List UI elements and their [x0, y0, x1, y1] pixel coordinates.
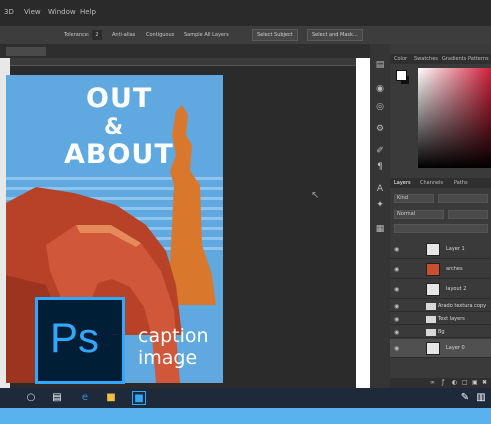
layer-group-row[interactable]: ◉ Arado textura copy	[390, 300, 491, 312]
menu-bar: 3D View Window Help	[0, 0, 491, 26]
photoshop-window: 3D View Window Help Tolerance: 2 Anti-al…	[0, 0, 491, 424]
document-tab-strip	[0, 44, 370, 58]
windows-taskbar: ○ ▤ e ■ ■ ✎ ▥	[0, 388, 491, 408]
info-icon[interactable]: ◎	[375, 102, 385, 112]
bottom-color-band	[0, 408, 491, 424]
pen-tray-icon[interactable]: ✎	[458, 391, 472, 405]
folder-icon	[426, 303, 436, 310]
tab-channels[interactable]: Channels	[420, 180, 443, 186]
tab-patterns[interactable]: Patterns	[468, 56, 489, 62]
photoshop-logo: Ps	[35, 297, 125, 384]
color-panel-tabs: Color Swatches Gradients Patterns	[390, 54, 491, 64]
glyphs-icon[interactable]: ✦	[375, 200, 385, 210]
lock-fill-row[interactable]	[394, 224, 488, 233]
photoshop-taskbar-icon[interactable]: ■	[132, 391, 146, 405]
contiguous-checkbox[interactable]: Contiguous	[146, 30, 174, 40]
tab-layers[interactable]: Layers	[394, 180, 411, 186]
layer-filter-kind[interactable]: Kind	[394, 194, 434, 203]
document-tab[interactable]	[6, 47, 46, 56]
poster-title-about: ABOUT	[64, 139, 174, 170]
blend-mode-select[interactable]: Normal	[394, 210, 444, 219]
visibility-eye-icon[interactable]: ◉	[394, 345, 399, 352]
layer-row[interactable]: ◉ Layer 1	[390, 240, 491, 259]
character-icon[interactable]: A	[375, 184, 385, 194]
adjust-icon[interactable]: ◉	[375, 84, 385, 94]
visibility-eye-icon[interactable]: ◉	[394, 246, 399, 253]
settings-icon[interactable]: ⚙	[375, 124, 385, 134]
right-dock: Color Swatches Gradients Patterns Layers…	[390, 44, 491, 388]
tab-paths[interactable]: Paths	[454, 180, 468, 186]
task-view-icon[interactable]: ▤	[50, 391, 64, 405]
fx-icon[interactable]: ƒ	[442, 379, 444, 386]
paragraph-icon[interactable]: ¶	[375, 162, 385, 172]
poster-title-out: OUT	[86, 83, 153, 114]
visibility-eye-icon[interactable]: ◉	[394, 303, 399, 310]
photoshop-logo-text: Ps	[50, 314, 100, 361]
layers-panel-footer: ∞ ƒ ◐ □ ▣ ✖	[390, 378, 491, 388]
color-picker-field[interactable]	[418, 68, 491, 168]
link-layers-icon[interactable]: ∞	[430, 379, 435, 386]
menu-item-help[interactable]: Help	[80, 8, 96, 16]
panel-tool-strip: ▤ ◉ ◎ ⚙ ✐ ¶ A ✦ ▦	[370, 44, 390, 388]
menu-item-3d[interactable]: 3D	[4, 8, 14, 16]
layer-group-name: Text layers	[438, 316, 465, 322]
tab-swatches[interactable]: Swatches	[414, 56, 438, 62]
poster-caption-line1: caption	[138, 325, 209, 347]
select-and-mask-button[interactable]: Select and Mask...	[307, 29, 363, 41]
layer-row[interactable]: ◉ layout 2	[390, 280, 491, 299]
layer-name: layout 2	[446, 286, 467, 292]
layer-name: arches	[446, 266, 463, 272]
layer-comps-icon[interactable]: ▦	[375, 224, 385, 234]
delete-layer-icon[interactable]: ✖	[482, 379, 487, 386]
visibility-eye-icon[interactable]: ◉	[394, 266, 399, 273]
layer-group-name: Arado textura copy	[438, 303, 487, 309]
new-layer-icon[interactable]: ▣	[472, 379, 478, 386]
layer-name: Layer 0	[446, 345, 465, 351]
opacity-field[interactable]	[448, 210, 488, 219]
visibility-eye-icon[interactable]: ◉	[394, 316, 399, 323]
layer-thumbnail	[426, 342, 440, 355]
layer-thumbnail	[426, 283, 440, 296]
sample-all-layers-checkbox[interactable]: Sample All Layers	[184, 30, 229, 40]
layer-row-selected[interactable]: ◉ Layer 0	[390, 339, 491, 358]
menu-item-window[interactable]: Window	[48, 8, 76, 16]
history-icon[interactable]: ▤	[375, 60, 385, 70]
layer-group-row[interactable]: ◉ Bg	[390, 326, 491, 338]
layer-thumbnail	[426, 243, 440, 256]
poster-caption-line2: image	[138, 347, 198, 369]
layer-group-row[interactable]: ◉ Text layers	[390, 313, 491, 325]
search-icon[interactable]: ○	[24, 391, 38, 405]
new-group-icon[interactable]: □	[462, 379, 468, 386]
layer-thumbnail	[426, 263, 440, 276]
layer-group-name: Bg	[438, 329, 445, 335]
visibility-eye-icon[interactable]: ◉	[394, 286, 399, 293]
visibility-eye-icon[interactable]: ◉	[394, 329, 399, 336]
foreground-color-swatch[interactable]	[396, 70, 407, 81]
layer-row[interactable]: ◉ arches	[390, 260, 491, 279]
menu-item-view[interactable]: View	[24, 8, 41, 16]
poster-title-amp: &	[104, 115, 124, 140]
brush-icon[interactable]: ✐	[375, 146, 385, 156]
file-explorer-icon[interactable]: ■	[104, 391, 118, 405]
select-subject-button[interactable]: Select Subject	[252, 29, 298, 41]
folder-icon	[426, 329, 436, 336]
tab-gradients[interactable]: Gradients	[442, 56, 466, 62]
tolerance-label: Tolerance:	[64, 32, 90, 38]
mask-icon[interactable]: ◐	[452, 379, 457, 386]
options-bar: Tolerance: 2 Anti-alias Contiguous Sampl…	[0, 26, 491, 44]
anti-alias-checkbox[interactable]: Anti-alias	[112, 30, 135, 40]
layers-panel-tabs: Layers Channels Paths	[390, 178, 491, 188]
tolerance-input[interactable]: 2	[92, 30, 102, 40]
layer-filter-icons[interactable]	[438, 194, 488, 203]
cursor-icon: ↖	[311, 190, 320, 201]
layer-name: Layer 1	[446, 246, 465, 252]
folder-icon	[426, 316, 436, 323]
edge-browser-icon[interactable]: e	[78, 391, 92, 405]
tab-color[interactable]: Color	[394, 56, 407, 62]
network-tray-icon[interactable]: ▥	[474, 391, 488, 405]
top-ruler	[10, 58, 356, 66]
